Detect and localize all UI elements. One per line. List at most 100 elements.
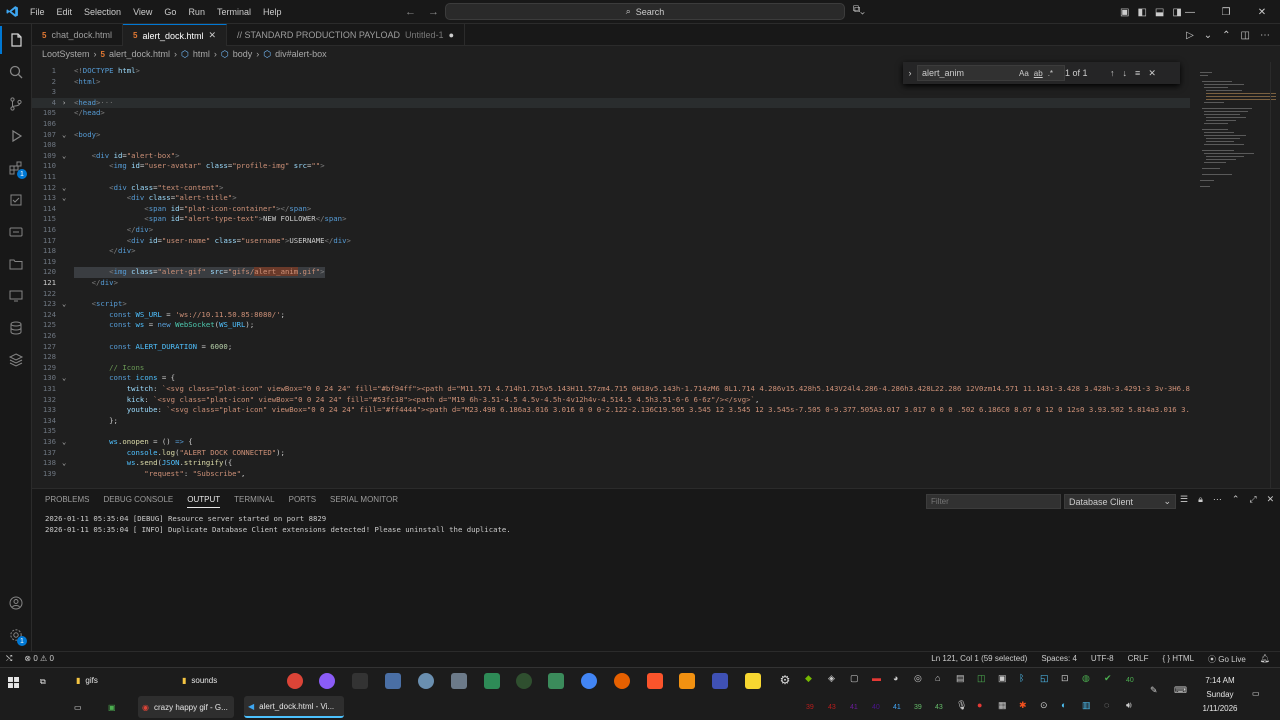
code-line[interactable]: 106 xyxy=(32,119,1190,130)
match-case-toggle[interactable]: Aa xyxy=(1019,69,1029,78)
menu-terminal[interactable]: Terminal xyxy=(211,0,257,24)
tray-icon[interactable]: ⌂ xyxy=(935,673,951,689)
toggle-panel-icon[interactable]: ⬓ xyxy=(1155,7,1164,18)
go-live-button[interactable]: ⦿ Go Live xyxy=(1208,654,1246,665)
whole-word-toggle[interactable]: ab xyxy=(1034,69,1043,78)
lock-scroll-icon[interactable]: 🔒︎ xyxy=(1198,494,1203,505)
code-line[interactable]: 133 youtube: `<svg class="plat-icon" vie… xyxy=(32,405,1190,416)
minimize-icon[interactable]: — xyxy=(1172,7,1208,18)
volume-icon[interactable]: 🔊︎ xyxy=(1126,700,1142,716)
chevron-down-icon[interactable]: ⌄ xyxy=(62,299,66,310)
bluetooth-icon[interactable]: ᛒ xyxy=(1019,673,1035,689)
taskbar-folder-gifs[interactable]: ▮ gifs xyxy=(72,669,172,691)
menu-edit[interactable]: Edit xyxy=(51,0,79,24)
chevron-down-icon[interactable]: ⌄ xyxy=(62,193,66,204)
start-button[interactable] xyxy=(8,671,26,693)
settings-gear-icon[interactable]: ⚙ xyxy=(777,673,793,689)
taskbar-vscode-window[interactable]: ◀ alert_dock.html - Vi... xyxy=(244,696,344,718)
steam-icon[interactable]: ⊙ xyxy=(1040,700,1056,716)
line-ending[interactable]: CRLF xyxy=(1128,654,1149,665)
toggle-sidebar-icon[interactable]: ◧ xyxy=(1137,7,1146,18)
chevron-down-icon[interactable]: ⌄ xyxy=(62,151,66,162)
taskbar-chrome-window[interactable]: ◉ crazy happy gif - G... xyxy=(138,696,234,718)
code-line[interactable]: 3 xyxy=(32,87,1190,98)
code-line[interactable]: 111 xyxy=(32,172,1190,183)
monitor-icon[interactable] xyxy=(0,282,32,310)
find-in-selection-icon[interactable]: ≡ xyxy=(1135,68,1140,79)
settings-gear-icon[interactable]: 1 xyxy=(0,621,32,649)
tray-icon[interactable]: ◌ xyxy=(1104,700,1120,716)
copilot-icon[interactable]: ⧉⌄ xyxy=(853,4,865,15)
tab-ports[interactable]: PORTS xyxy=(289,495,316,508)
task-view-icon[interactable]: ⧉ xyxy=(40,671,56,693)
tab-alert-dock[interactable]: 5 alert_dock.html ✕ xyxy=(122,24,228,46)
code-line[interactable]: 108 xyxy=(32,140,1190,151)
tray-icon[interactable]: ▦ xyxy=(998,700,1014,716)
app-icon[interactable] xyxy=(385,673,401,689)
tab-terminal[interactable]: TERMINAL xyxy=(234,495,274,508)
close-panel-icon[interactable]: ✕ xyxy=(1267,494,1275,505)
more-actions-icon[interactable]: ⋯ xyxy=(1260,30,1270,41)
app-icon[interactable] xyxy=(484,673,500,689)
search-view-icon[interactable] xyxy=(0,58,32,86)
tray-icon[interactable]: ◐ xyxy=(1061,700,1077,716)
tray-icon[interactable]: ▢ xyxy=(850,673,866,689)
tray-icon[interactable]: ▤ xyxy=(956,673,972,689)
chevron-down-icon[interactable]: ⌄ xyxy=(62,437,66,448)
code-line[interactable]: 137 console.log("ALERT DOCK CONNECTED"); xyxy=(32,448,1190,459)
toggle-replace-icon[interactable]: › xyxy=(903,68,917,78)
chevron-down-icon[interactable]: ⌄ xyxy=(62,183,66,194)
run-file-icon[interactable]: ▷ xyxy=(1186,30,1194,41)
tray-icon[interactable]: ▥ xyxy=(1082,700,1098,716)
folder-view-icon[interactable] xyxy=(0,250,32,278)
code-line[interactable]: 132 kick: `<svg class="plat-icon" viewBo… xyxy=(32,395,1190,406)
tray-icon[interactable]: ◈ xyxy=(828,673,844,689)
firefox-icon[interactable] xyxy=(614,673,630,689)
code-line[interactable]: 126 xyxy=(32,331,1190,342)
run-dropdown-icon[interactable]: ⌄ xyxy=(1204,30,1212,41)
code-line[interactable]: 124 const WS_URL = 'ws://10.11.50.85:808… xyxy=(32,310,1190,321)
chevron-down-icon[interactable]: ⌄ xyxy=(62,130,66,141)
keyboard-icon[interactable]: ⌨ xyxy=(1174,685,1190,701)
encoding[interactable]: UTF-8 xyxy=(1091,654,1114,665)
app-icon[interactable] xyxy=(712,673,728,689)
language-mode[interactable]: { } HTML xyxy=(1162,654,1194,665)
maximize-panel-icon[interactable]: ⤢ xyxy=(1249,494,1256,505)
close-find-icon[interactable]: ✕ xyxy=(1148,68,1156,79)
code-line[interactable]: 114 <span id="plat-icon-container"></spa… xyxy=(32,204,1190,215)
accounts-icon[interactable] xyxy=(0,589,32,617)
back-arrow-icon[interactable]: ← xyxy=(405,6,416,18)
code-line[interactable]: 115 <span id="alert-type-text">NEW FOLLO… xyxy=(32,214,1190,225)
discord-icon[interactable]: ◕ xyxy=(893,673,909,689)
brave-icon[interactable] xyxy=(647,673,663,689)
code-line[interactable]: 131 twitch: `<svg class="plat-icon" view… xyxy=(32,384,1190,395)
tab-serial-monitor[interactable]: SERIAL MONITOR xyxy=(330,495,398,508)
run-debug-icon[interactable] xyxy=(0,122,32,150)
open-changes-icon[interactable]: ⌃ xyxy=(1222,30,1230,41)
cursor-position[interactable]: Ln 121, Col 1 (59 selected) xyxy=(931,654,1027,665)
tray-icon[interactable]: ▬ xyxy=(872,673,888,689)
pen-icon[interactable]: ✎ xyxy=(1150,685,1166,701)
tab-output[interactable]: OUTPUT xyxy=(187,495,221,508)
code-line[interactable]: 129 // Icons xyxy=(32,363,1190,374)
code-line[interactable]: 113 ⌄ <div class="alert-title"> xyxy=(32,193,1190,204)
code-line[interactable]: 138 ⌄ ws.send(JSON.stringify({ xyxy=(32,458,1190,469)
code-line[interactable]: 122 xyxy=(32,289,1190,300)
breadcrumb-html[interactable]: html xyxy=(193,49,210,59)
tray-icon[interactable]: ▣ xyxy=(998,673,1014,689)
more-actions-icon[interactable]: ⋯ xyxy=(1213,494,1222,505)
regex-toggle[interactable]: .* xyxy=(1048,69,1053,78)
code-line[interactable]: 123 ⌄ <script> xyxy=(32,299,1190,310)
close-tab-icon[interactable]: ✕ xyxy=(208,30,216,41)
previous-match-icon[interactable]: ↑ xyxy=(1110,68,1115,79)
app-icon[interactable] xyxy=(516,673,532,689)
code-line[interactable]: 125 const ws = new WebSocket(WS_URL); xyxy=(32,320,1190,331)
sticky-notes-icon[interactable] xyxy=(745,673,761,689)
code-line[interactable]: 130 ⌄ const icons = { xyxy=(32,373,1190,384)
code-line[interactable]: 107 ⌄ <body> xyxy=(32,130,1190,141)
code-line[interactable]: 118 </div> xyxy=(32,246,1190,257)
terminal-icon[interactable]: ▭ xyxy=(74,696,90,718)
code-line[interactable]: 127 const ALERT_DURATION = 6000; xyxy=(32,342,1190,353)
code-line[interactable]: 109 ⌄ <div id="alert-box"> xyxy=(32,151,1190,162)
code-line[interactable]: 135 xyxy=(32,426,1190,437)
